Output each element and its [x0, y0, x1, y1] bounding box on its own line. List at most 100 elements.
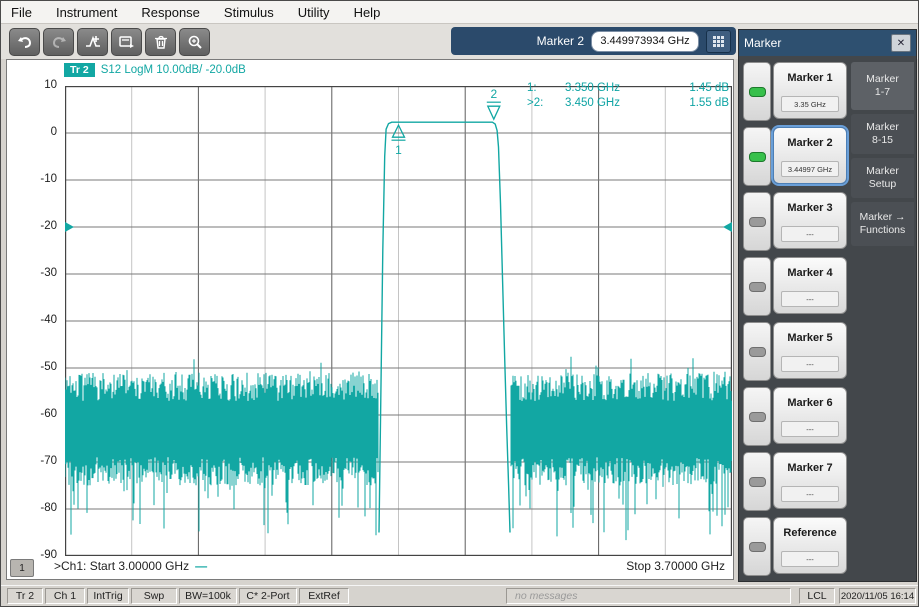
marker-button-value: ---: [781, 291, 839, 307]
marker-toggle-button[interactable]: [743, 62, 771, 121]
marker-toggle-button[interactable]: [743, 127, 771, 186]
marker-button-value: ---: [781, 421, 839, 437]
led-off-indicator: [749, 347, 766, 357]
marker-button-label: Reference: [774, 527, 846, 539]
marker-select-button[interactable]: Marker 4 ---: [773, 257, 847, 314]
led-off-indicator: [749, 542, 766, 552]
status-item: Ch 1: [45, 588, 85, 604]
sweep-range-row: 1 >Ch1: Start 3.00000 GHz— Stop 3.70000 …: [7, 558, 733, 578]
panel-tab-1[interactable]: Marker 1-7: [851, 62, 914, 110]
status-item: IntTrig: [87, 588, 129, 604]
y-axis-tick: -50: [21, 361, 57, 373]
undo-icon[interactable]: [9, 28, 40, 56]
led-off-indicator: [749, 217, 766, 227]
reference-level-arrow-left: [65, 222, 74, 232]
marker-softkey-panel: Marker ✕ Marker 1 3.35 GHz Marker 23.44997…: [738, 29, 917, 582]
y-axis-tick: -30: [21, 267, 57, 279]
new-window-icon[interactable]: [111, 28, 142, 56]
led-off-indicator: [749, 282, 766, 292]
trace-header: Tr 2 S12 LogM 10.00dB/ -20.0dB: [64, 63, 246, 77]
trace-scale-label: S12 LogM 10.00dB/ -20.0dB: [101, 64, 246, 76]
marker-select-button[interactable]: Marker 23.44997 GHz: [773, 127, 847, 184]
status-item: ExtRef: [299, 588, 349, 604]
trace-noise-right: [511, 357, 732, 540]
marker-select-button[interactable]: Marker 1 3.35 GHz: [773, 62, 847, 119]
marker-readout-frequency: 3.450 GHz: [551, 96, 656, 111]
led-off-indicator: [749, 477, 766, 487]
status-item: Swp: [131, 588, 177, 604]
trace-badge[interactable]: Tr 2: [64, 63, 95, 77]
marker-button-label: Marker 6: [774, 397, 846, 409]
close-icon[interactable]: ✕: [891, 34, 911, 52]
marker-select-button[interactable]: Marker 3---: [773, 192, 847, 249]
marker-select-button[interactable]: Marker 6 ---: [773, 387, 847, 444]
led-on-indicator: [749, 152, 766, 162]
status-bar: Tr 2Ch 1IntTrigSwpBW=100kC* 2-PortExtRef…: [1, 585, 918, 607]
marker-button-label: Marker 3: [774, 202, 846, 214]
marker-button-value: 3.35 GHz: [781, 96, 839, 112]
marker-toggle-button[interactable]: [743, 192, 771, 251]
plot-area: Tr 2 S12 LogM 10.00dB/ -20.0dB 100-10-20…: [6, 59, 734, 580]
panel-title: Marker: [744, 36, 781, 50]
panel-title-bar: Marker ✕: [739, 30, 916, 56]
marker-button-label: Marker 1: [774, 72, 846, 84]
status-message: no messages: [506, 588, 791, 604]
y-axis-tick: -70: [21, 455, 57, 467]
marker-readout-id: >2:: [527, 96, 551, 111]
marker-readout-level: 1.55 dB: [656, 96, 729, 111]
y-axis-tick: -80: [21, 502, 57, 514]
status-item: Tr 2: [7, 588, 43, 604]
marker-button-label: Marker 5: [774, 332, 846, 344]
panel-tab-3[interactable]: Marker Setup: [851, 158, 914, 198]
marker-button-value: 3.44997 GHz: [781, 161, 839, 177]
marker-toggle-button[interactable]: [743, 452, 771, 511]
add-marker-icon[interactable]: [77, 28, 108, 56]
menu-item-help[interactable]: Help: [354, 5, 381, 20]
marker-select-button[interactable]: Reference---: [773, 517, 847, 574]
marker-2-symbol: [488, 106, 500, 119]
marker-select-button[interactable]: Marker 5 ---: [773, 322, 847, 379]
marker-readout-row: 1:3.350 GHz1.45 dB: [527, 81, 729, 96]
active-entry-label: Marker 2: [537, 34, 584, 48]
marker-readout-level: 1.45 dB: [656, 81, 729, 96]
zoom-icon[interactable]: [179, 28, 210, 56]
marker-2-number: 2: [490, 87, 497, 101]
led-off-indicator: [749, 412, 766, 422]
marker-button-value: ---: [781, 356, 839, 372]
marker-toggle-button[interactable]: [743, 257, 771, 316]
marker-1-number: 1: [395, 143, 402, 157]
y-axis-tick: -10: [21, 173, 57, 185]
marker-value-input[interactable]: 3.449973934 GHz: [591, 31, 699, 52]
delete-icon[interactable]: [145, 28, 176, 56]
menu-item-response[interactable]: Response: [141, 5, 200, 20]
y-axis-tick: -20: [21, 220, 57, 232]
menu-item-file[interactable]: File: [11, 5, 32, 20]
y-axis-tick: -40: [21, 314, 57, 326]
menu-item-stimulus[interactable]: Stimulus: [224, 5, 274, 20]
marker-button-label: Marker 4: [774, 267, 846, 279]
y-axis-tick: 10: [21, 79, 57, 91]
menu-item-instrument[interactable]: Instrument: [56, 5, 117, 20]
redo-icon[interactable]: [43, 28, 74, 56]
menu-item-utility[interactable]: Utility: [298, 5, 330, 20]
panel-tab-4[interactable]: Marker → Functions: [851, 202, 914, 246]
stop-frequency-label: Stop 3.70000 GHz: [626, 559, 725, 573]
marker-readout-id: 1:: [527, 81, 551, 96]
marker-toggle-button[interactable]: [743, 387, 771, 446]
status-datetime: 2020/11/05 16:14: [839, 588, 916, 604]
chart-canvas[interactable]: 12: [65, 86, 732, 556]
marker-button-value: ---: [781, 486, 839, 502]
active-entry-toolbar: Marker 2 3.449973934 GHz: [451, 27, 736, 55]
marker-toggle-button[interactable]: [743, 322, 771, 381]
marker-toggle-button[interactable]: [743, 517, 771, 576]
keypad-icon[interactable]: [706, 30, 731, 53]
marker-readout: 1:3.350 GHz1.45 dB>2:3.450 GHz1.55 dB: [527, 81, 729, 111]
panel-tab-2[interactable]: Marker 8-15: [851, 114, 914, 154]
channel-button[interactable]: 1: [10, 559, 34, 577]
led-on-indicator: [749, 87, 766, 97]
trace-legend-dash: —: [189, 559, 207, 573]
status-mode: LCL: [799, 588, 835, 604]
status-item: C* 2-Port: [239, 588, 297, 604]
y-axis-tick: -60: [21, 408, 57, 420]
marker-select-button[interactable]: Marker 7---: [773, 452, 847, 509]
